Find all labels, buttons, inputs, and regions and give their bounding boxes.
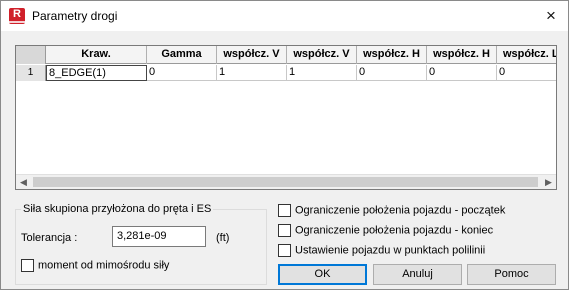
- cell-coeff-h1[interactable]: 0: [357, 65, 427, 81]
- parameters-grid: Kraw. Gamma współcz. V współcz. V współc…: [15, 45, 557, 190]
- column-header-coeff-h2[interactable]: współcz. H: [427, 46, 497, 64]
- tolerance-input[interactable]: 3,281e-09: [112, 226, 206, 247]
- column-header-coeff-v2[interactable]: współcz. V: [287, 46, 357, 64]
- eccentricity-checkbox-row[interactable]: moment od mimośrodu siły: [21, 259, 169, 272]
- end-limit-label: Ograniczenie położenia pojazdu - koniec: [295, 224, 494, 237]
- close-button[interactable]: ×: [534, 1, 568, 31]
- title-bar: R Parametry drogi ×: [1, 1, 568, 31]
- grid-corner[interactable]: [16, 46, 46, 64]
- scroll-thumb[interactable]: [33, 177, 538, 187]
- polyline-points-checkbox-row[interactable]: Ustawienie pojazdu w punktach polilinii: [278, 244, 485, 257]
- dialog-title: Parametry drogi: [32, 9, 118, 23]
- revit-app-icon: R: [9, 8, 25, 24]
- cell-edge[interactable]: 8_EDGE(1): [46, 65, 147, 81]
- row-number[interactable]: 1: [16, 65, 46, 81]
- help-button[interactable]: Pomoc: [467, 264, 556, 285]
- table-row[interactable]: 1 8_EDGE(1) 0 1 1 0 0 0: [16, 65, 556, 81]
- start-limit-checkbox-row[interactable]: Ograniczenie położenia pojazdu - począte…: [278, 204, 505, 217]
- cell-coeff-v1[interactable]: 1: [217, 65, 287, 81]
- force-group-title: Siła skupiona przyłożona do pręta i ES: [21, 203, 214, 215]
- cancel-button[interactable]: Anuluj: [373, 264, 462, 285]
- polyline-points-checkbox[interactable]: [278, 244, 291, 257]
- eccentricity-checkbox[interactable]: [21, 259, 34, 272]
- dialog-window: R Parametry drogi × Kraw. Gamma współcz.…: [0, 0, 569, 290]
- horizontal-scrollbar[interactable]: ◀ ▶: [16, 174, 556, 189]
- eccentricity-label: moment od mimośrodu siły: [38, 259, 170, 272]
- column-header-coeff-h1[interactable]: współcz. H: [357, 46, 427, 64]
- cell-coeff-v2[interactable]: 1: [287, 65, 357, 81]
- ok-button[interactable]: OK: [278, 264, 367, 285]
- tolerance-unit: (ft): [216, 232, 230, 244]
- scroll-left-icon[interactable]: ◀: [16, 175, 31, 189]
- column-header-coeff-v1[interactable]: współcz. V: [217, 46, 287, 64]
- force-group-box: [15, 209, 267, 285]
- column-header-coeff-l[interactable]: współcz. L: [497, 46, 556, 64]
- start-limit-label: Ograniczenie położenia pojazdu - począte…: [295, 204, 506, 217]
- cell-gamma[interactable]: 0: [147, 65, 217, 81]
- cell-coeff-l[interactable]: 0: [497, 65, 556, 81]
- polyline-points-label: Ustawienie pojazdu w punktach polilinii: [295, 244, 486, 257]
- end-limit-checkbox-row[interactable]: Ograniczenie położenia pojazdu - koniec: [278, 224, 493, 237]
- start-limit-checkbox[interactable]: [278, 204, 291, 217]
- grid-header: Kraw. Gamma współcz. V współcz. V współc…: [16, 46, 556, 64]
- column-header-gamma[interactable]: Gamma: [147, 46, 217, 64]
- cell-coeff-h2[interactable]: 0: [427, 65, 497, 81]
- tolerance-label: Tolerancja :: [21, 232, 78, 244]
- scroll-right-icon[interactable]: ▶: [541, 175, 556, 189]
- end-limit-checkbox[interactable]: [278, 224, 291, 237]
- column-header-edge[interactable]: Kraw.: [46, 46, 147, 64]
